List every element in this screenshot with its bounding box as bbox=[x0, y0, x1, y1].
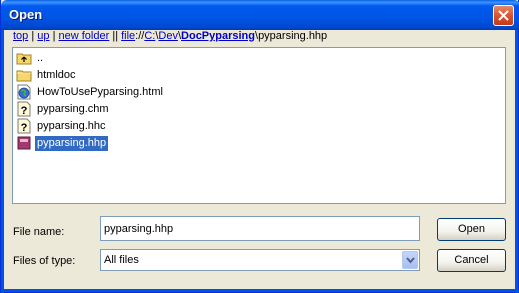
file-type-select[interactable]: All files bbox=[100, 249, 420, 271]
parent-folder-icon bbox=[16, 53, 32, 65]
svg-text:?: ? bbox=[21, 105, 28, 117]
file-row-pyparsing-hhp[interactable]: pyparsing.hhp bbox=[16, 135, 109, 151]
scheme-separator: :// bbox=[135, 30, 145, 42]
path-bar: top | up | new folder || file://C:\Dev\D… bbox=[13, 30, 327, 44]
file-type-value: All files bbox=[104, 254, 139, 266]
open-button[interactable]: Open bbox=[437, 218, 506, 241]
path-separator: || bbox=[109, 30, 122, 42]
new-folder-link[interactable]: new folder bbox=[59, 30, 110, 42]
path-separator: | bbox=[49, 30, 59, 42]
file-row-htmldoc[interactable]: htmldoc bbox=[16, 67, 78, 83]
close-icon bbox=[498, 10, 509, 21]
file-name-label: File name: bbox=[13, 226, 65, 238]
dropdown-arrow-button[interactable] bbox=[402, 251, 418, 269]
file-type-label: Files of type: bbox=[13, 255, 76, 267]
path-current-file: pyparsing.hhp bbox=[258, 30, 328, 42]
help-file-icon: ? bbox=[17, 101, 31, 117]
file-row-parent[interactable]: .. bbox=[16, 50, 45, 66]
path-segment-c[interactable]: C: bbox=[144, 30, 155, 42]
window-border-bottom bbox=[1, 289, 519, 292]
file-name-label: pyparsing.hhp bbox=[35, 135, 109, 151]
cancel-button[interactable]: Cancel bbox=[437, 249, 506, 272]
chevron-down-icon bbox=[406, 257, 415, 264]
file-name-label: pyparsing.hhc bbox=[37, 119, 106, 132]
dialog-title: Open bbox=[9, 7, 43, 22]
path-segment-docpyparsing[interactable]: DocPyparsing bbox=[181, 30, 255, 42]
help-file-icon: ? bbox=[17, 118, 31, 134]
html-file-icon bbox=[17, 84, 31, 100]
open-dialog: Open top | up | new folder || file://C:\… bbox=[0, 0, 519, 293]
file-row-pyparsing-hhc[interactable]: ? pyparsing.hhc bbox=[16, 118, 108, 134]
file-name-input[interactable] bbox=[100, 216, 420, 241]
file-scheme-link[interactable]: file bbox=[121, 30, 135, 42]
window-border-right bbox=[515, 30, 518, 293]
file-name-label: pyparsing.chm bbox=[37, 102, 109, 115]
file-list[interactable]: .. htmldoc HowToUsePyparsing.html ? pypa… bbox=[12, 47, 506, 204]
window-border-left bbox=[1, 30, 4, 293]
file-row-pyparsing-chm[interactable]: ? pyparsing.chm bbox=[16, 101, 111, 117]
close-button[interactable] bbox=[493, 5, 514, 26]
path-separator: | bbox=[28, 30, 38, 42]
svg-text:?: ? bbox=[21, 122, 28, 134]
title-bar[interactable]: Open bbox=[1, 0, 519, 30]
path-segment-dev[interactable]: Dev bbox=[158, 30, 178, 42]
help-project-icon bbox=[17, 136, 31, 150]
file-row-howtousepyparsing[interactable]: HowToUsePyparsing.html bbox=[16, 84, 165, 100]
file-name-label: HowToUsePyparsing.html bbox=[37, 85, 163, 98]
top-link[interactable]: top bbox=[13, 30, 28, 42]
folder-icon bbox=[16, 70, 32, 82]
up-link[interactable]: up bbox=[37, 30, 49, 42]
file-name-label: htmldoc bbox=[37, 68, 76, 81]
file-name-label: .. bbox=[37, 51, 44, 64]
